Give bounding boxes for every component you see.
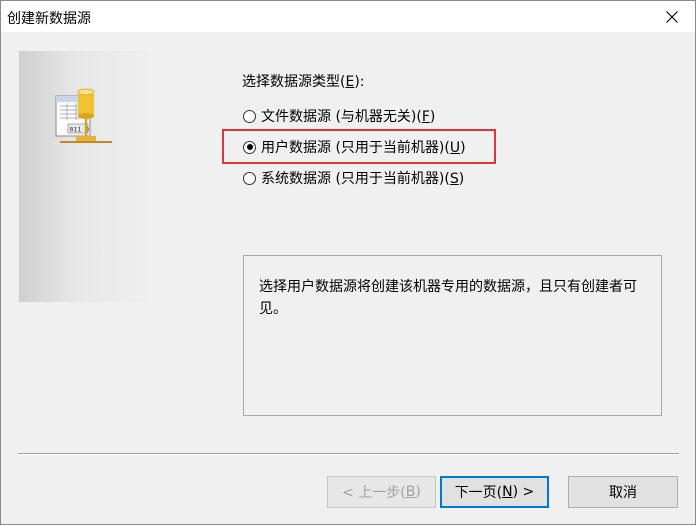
description-text: 选择用户数据源将创建该机器专用的数据源，且只有创建者可见。 (259, 279, 637, 317)
title-bar: 创建新数据源 (1, 1, 695, 32)
wizard-side-panel: 011 0 (19, 51, 150, 302)
data-source-type-label: 选择数据源类型(E): (242, 74, 365, 90)
create-data-source-dialog: 创建新数据源 011 0 选择数据源类型(E): 文件数据源 (与机器无关)(F… (0, 0, 696, 525)
window-title: 创建新数据源 (7, 11, 91, 27)
close-button[interactable] (649, 1, 695, 32)
cancel-button[interactable]: 取消 (568, 476, 678, 508)
next-button[interactable]: 下一页(N) > (440, 476, 549, 508)
radio-label: 文件数据源 (与机器无关)(F) (261, 109, 436, 125)
radio-system-data-source[interactable]: 系统数据源 (只用于当前机器)(S) (243, 168, 464, 188)
close-icon (666, 10, 678, 23)
separator (18, 453, 679, 455)
data-source-icon: 011 0 (55, 88, 112, 143)
radio-button-selected[interactable] (243, 140, 256, 154)
radio-button[interactable] (243, 171, 256, 185)
description-box: 选择用户数据源将创建该机器专用的数据源，且只有创建者可见。 (243, 255, 662, 416)
radio-user-data-source[interactable]: 用户数据源 (只用于当前机器)(U) (243, 137, 466, 157)
radio-button[interactable] (243, 109, 256, 123)
radio-label: 系统数据源 (只用于当前机器)(S) (261, 171, 465, 187)
back-button[interactable]: < 上一步(B) (327, 476, 436, 508)
radio-label: 用户数据源 (只用于当前机器)(U) (261, 140, 466, 156)
radio-file-data-source[interactable]: 文件数据源 (与机器无关)(F) (243, 106, 435, 126)
